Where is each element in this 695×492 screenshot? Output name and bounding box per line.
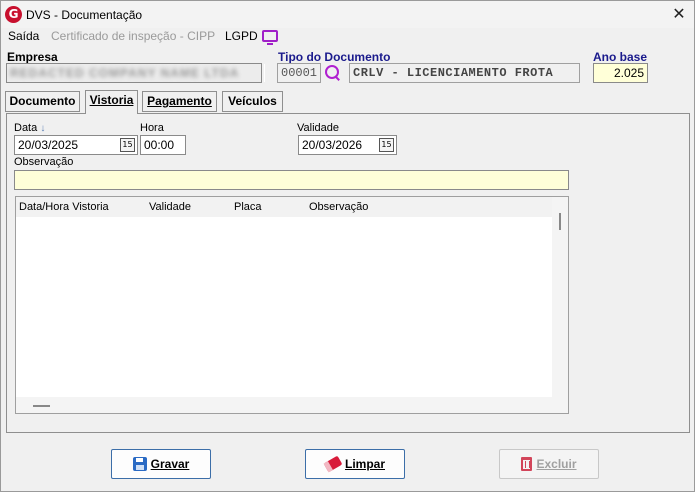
observacao-label: Observação	[14, 156, 74, 168]
save-icon	[132, 456, 147, 471]
grid-col-data-hora[interactable]: Data/Hora Vistoria	[19, 201, 109, 213]
app-logo-icon: G	[5, 6, 22, 23]
gravar-button[interactable]: Gravar	[111, 449, 211, 479]
menu-item-saida[interactable]: Saída	[8, 29, 39, 43]
validade-value: 20/03/2026	[302, 138, 363, 152]
empresa-field[interactable]: REDACTED COMPANY NAME LTDA	[6, 63, 262, 83]
empresa-label: Empresa	[7, 50, 58, 64]
horizontal-scroll-thumb[interactable]	[33, 405, 50, 407]
menu-item-certificado-cipp[interactable]: Certificado de inspeção - CIPP	[51, 29, 215, 43]
ano-base-field[interactable]: 2.025	[593, 63, 648, 83]
ano-base-label: Ano base	[593, 50, 648, 64]
tipo-descricao-field: CRLV - LICENCIAMENTO FROTA	[349, 63, 580, 83]
excluir-button[interactable]: Excluir	[499, 449, 599, 479]
vistoria-panel: Data ↓ 20/03/2025 15 Hora 00:00 Validade…	[6, 113, 690, 433]
validade-field[interactable]: 20/03/2026 15	[298, 135, 397, 155]
observacao-field[interactable]	[14, 170, 569, 190]
window-title: DVS - Documentação	[26, 8, 143, 22]
grid-header: Data/Hora Vistoria Validade Placa Observ…	[16, 197, 552, 217]
menu-bar: Saída Certificado de inspeção - CIPP LGP…	[1, 28, 694, 46]
dvs-documentacao-window: G DVS - Documentação ✕ Saída Certificado…	[0, 0, 695, 492]
tipo-codigo-field[interactable]: 00001	[277, 63, 321, 83]
vistoria-grid[interactable]: Data/Hora Vistoria Validade Placa Observ…	[15, 196, 569, 414]
search-icon[interactable]	[324, 64, 342, 82]
data-label: Data ↓	[14, 122, 45, 134]
data-value: 20/03/2025	[18, 138, 79, 152]
menu-item-lgpd[interactable]: LGPD	[225, 29, 258, 43]
tab-documento[interactable]: Documento	[5, 91, 80, 112]
vertical-scroll-thumb[interactable]	[559, 213, 561, 230]
tab-veiculos[interactable]: Veículos	[222, 91, 283, 112]
grid-col-observacao[interactable]: Observação	[309, 201, 368, 213]
tab-pagamento[interactable]: Pagamento	[142, 91, 217, 112]
tab-vistoria[interactable]: Vistoria	[85, 90, 138, 114]
tab-pagamento-label: Pagamento	[147, 94, 212, 108]
hora-label: Hora	[140, 122, 164, 134]
tipo-documento-label: Tipo do Documento	[278, 50, 391, 64]
title-bar: G DVS - Documentação ✕	[1, 1, 694, 28]
eraser-icon	[323, 455, 343, 473]
close-button[interactable]: ✕	[667, 3, 691, 25]
empresa-value: REDACTED COMPANY NAME LTDA	[10, 66, 240, 80]
grid-col-validade[interactable]: Validade	[149, 201, 191, 213]
data-field[interactable]: 20/03/2025 15	[14, 135, 138, 155]
gravar-label: Gravar	[150, 457, 190, 471]
hora-field[interactable]: 00:00	[140, 135, 186, 155]
monitor-icon[interactable]	[262, 30, 278, 45]
excluir-label: Excluir	[536, 457, 577, 471]
empresa-field-divider	[261, 64, 265, 82]
grid-horizontal-scrollbar[interactable]	[16, 397, 552, 413]
trash-icon	[521, 456, 533, 471]
calendar-icon[interactable]: 15	[120, 138, 135, 152]
limpar-button[interactable]: Limpar	[305, 449, 405, 479]
calendar-icon[interactable]: 15	[379, 138, 394, 152]
validade-label: Validade	[297, 122, 339, 134]
data-label-text: Data	[14, 122, 38, 134]
grid-vertical-scrollbar[interactable]	[552, 197, 568, 413]
sort-down-icon: ↓	[40, 123, 46, 134]
limpar-label: Limpar	[344, 457, 385, 471]
tab-vistoria-label: Vistoria	[89, 93, 134, 107]
grid-col-placa[interactable]: Placa	[234, 201, 262, 213]
